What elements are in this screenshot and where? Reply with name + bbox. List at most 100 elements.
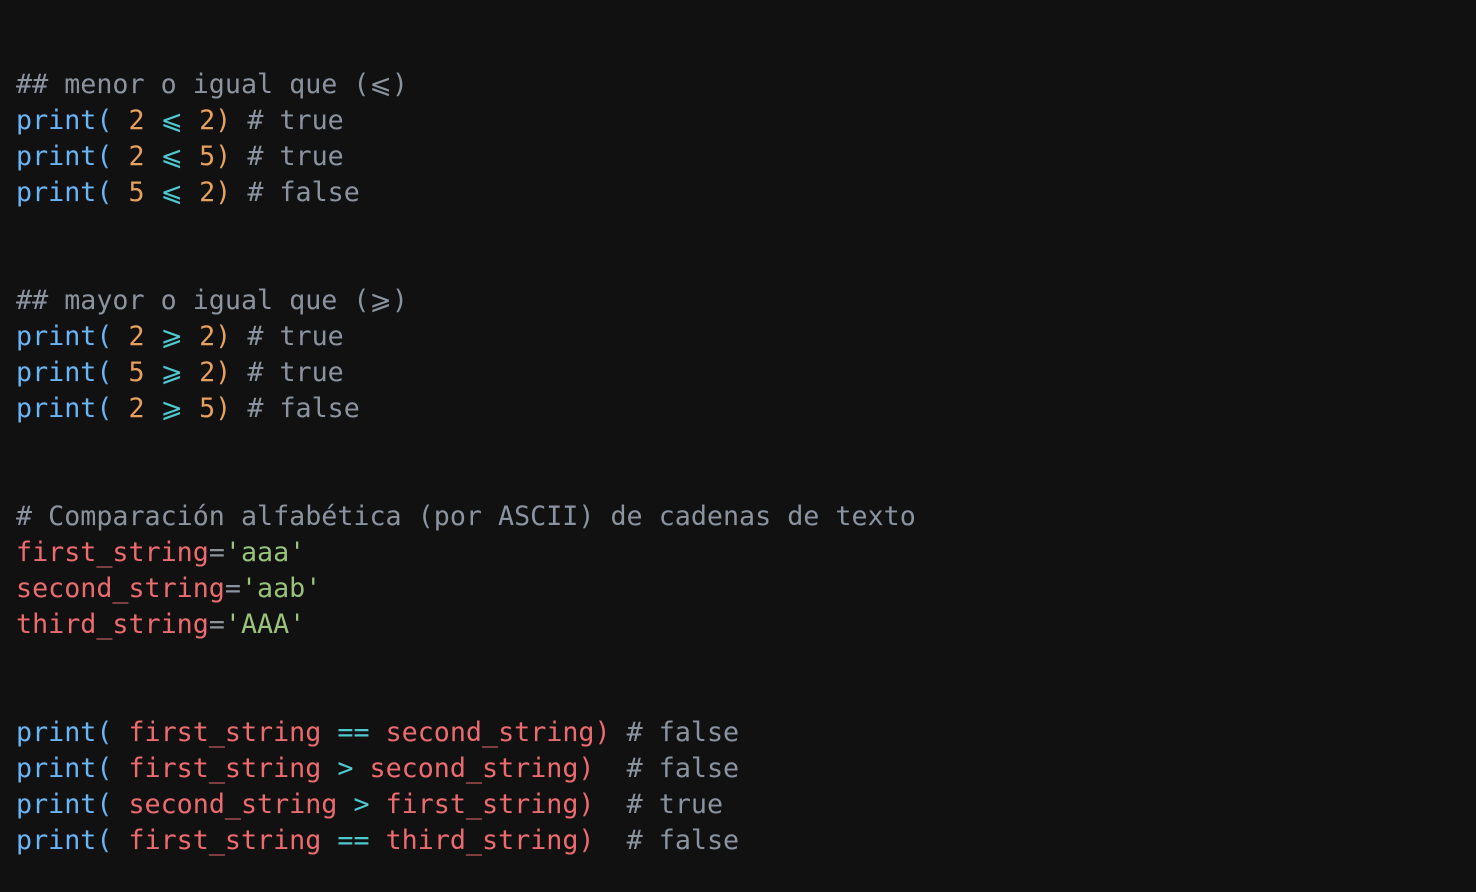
code-token-variable: )	[594, 717, 611, 748]
code-token-number: 2	[128, 321, 145, 352]
code-token-number: 2	[199, 321, 216, 352]
code-token-comment: =	[208, 537, 225, 568]
code-token-function: print	[16, 717, 97, 748]
code-token-number: )	[215, 393, 232, 424]
code-token-operator: >	[353, 789, 370, 820]
code-token-paren: (	[96, 141, 129, 172]
code-token-operator: ⩾	[160, 321, 184, 352]
code-line: # Comparación alfabética (por ASCII) de …	[16, 499, 916, 535]
code-line: print( first_string > second_string) # f…	[16, 751, 739, 787]
code-token-number: )	[215, 357, 232, 388]
code-token-variable: )	[578, 753, 595, 784]
code-token-comment: # false	[594, 753, 740, 784]
code-token-operator: ⩽	[160, 177, 184, 208]
code-token-string: 'AAA'	[224, 609, 306, 640]
code-line: print( 5 ⩾ 2) # true	[16, 355, 344, 391]
code-token-number: )	[215, 141, 232, 172]
code-token-comment: =	[224, 573, 241, 604]
code-token-number: 2	[199, 357, 216, 388]
code-token-comment: # false	[231, 177, 360, 208]
code-token-string: 'aab'	[240, 573, 322, 604]
code-line: print( first_string == second_string) # …	[16, 715, 739, 751]
code-token-function: print	[16, 357, 97, 388]
code-token-variable: third_string	[385, 825, 579, 856]
code-token-operator: ==	[337, 825, 370, 856]
code-token-number: )	[215, 105, 232, 136]
code-token-variable: first_string	[128, 825, 322, 856]
code-token-number: 5	[128, 177, 145, 208]
code-token-function: print	[16, 177, 97, 208]
code-token-number: 2	[128, 105, 145, 136]
code-token-number: )	[215, 321, 232, 352]
code-token-function: print	[16, 753, 97, 784]
code-token-number: 2	[199, 105, 216, 136]
code-token-variable: )	[578, 789, 595, 820]
code-token-comment: ## menor o igual que (⩽)	[16, 69, 408, 100]
code-token-paren: (	[96, 321, 129, 352]
code-token-comment: # false	[231, 393, 360, 424]
code-token-variable: second_string	[128, 789, 338, 820]
code-token-comment: # false	[594, 825, 740, 856]
code-token-number: 5	[199, 393, 216, 424]
code-token-function: print	[16, 141, 97, 172]
code-token-comment: ## mayor o igual que (⩾)	[16, 285, 408, 316]
code-line: first_string='aaa'	[16, 535, 305, 571]
code-token-variable: first_string	[128, 717, 322, 748]
code-line: print( 2 ⩾ 2) # true	[16, 319, 344, 355]
code-token-function: print	[16, 789, 97, 820]
code-line: ## menor o igual que (⩽)	[16, 67, 408, 103]
code-token-comment: # false	[610, 717, 740, 748]
code-token-comment: # true	[231, 105, 344, 136]
code-token-number: 2	[199, 177, 216, 208]
code-token-operator: ⩾	[160, 393, 184, 424]
code-token-variable: third_string	[16, 609, 209, 640]
code-token-operator: ⩽	[160, 141, 184, 172]
code-token-variable: )	[578, 825, 595, 856]
code-line: print( 2 ⩾ 5) # false	[16, 391, 360, 427]
code-token-paren: (	[96, 177, 129, 208]
code-token-number: 5	[199, 141, 216, 172]
code-token-function: print	[16, 321, 97, 352]
code-token-comment: # true	[594, 789, 724, 820]
code-token-operator: ⩾	[160, 357, 184, 388]
code-token-number: )	[215, 177, 232, 208]
code-token-comment: # true	[231, 357, 344, 388]
code-line: ## mayor o igual que (⩾)	[16, 283, 408, 319]
code-token-operator: >	[337, 753, 354, 784]
code-line: print( second_string > first_string) # t…	[16, 787, 723, 823]
code-token-variable: second_string	[369, 753, 579, 784]
code-token-comment: # true	[231, 141, 344, 172]
code-token-paren: (	[96, 357, 129, 388]
code-token-paren: (	[96, 393, 129, 424]
code-token-operator: ⩽	[160, 105, 184, 136]
code-token-number: 2	[128, 393, 145, 424]
code-token-number: 5	[128, 357, 145, 388]
code-token-paren: (	[96, 825, 129, 856]
code-token-paren: (	[96, 105, 129, 136]
code-line: print( first_string == third_string) # f…	[16, 823, 739, 859]
code-line: print( 2 ⩽ 5) # true	[16, 139, 344, 175]
code-token-variable: second_string	[16, 573, 225, 604]
code-token-operator: ==	[337, 717, 370, 748]
code-token-paren: (	[96, 789, 129, 820]
code-token-variable: first_string	[16, 537, 209, 568]
code-editor[interactable]: ## menor o igual que (⩽) print( 2 ⩽ 2) # …	[0, 0, 1476, 892]
code-token-function: print	[16, 105, 97, 136]
code-token-paren: (	[96, 753, 129, 784]
code-token-comment: =	[208, 609, 225, 640]
